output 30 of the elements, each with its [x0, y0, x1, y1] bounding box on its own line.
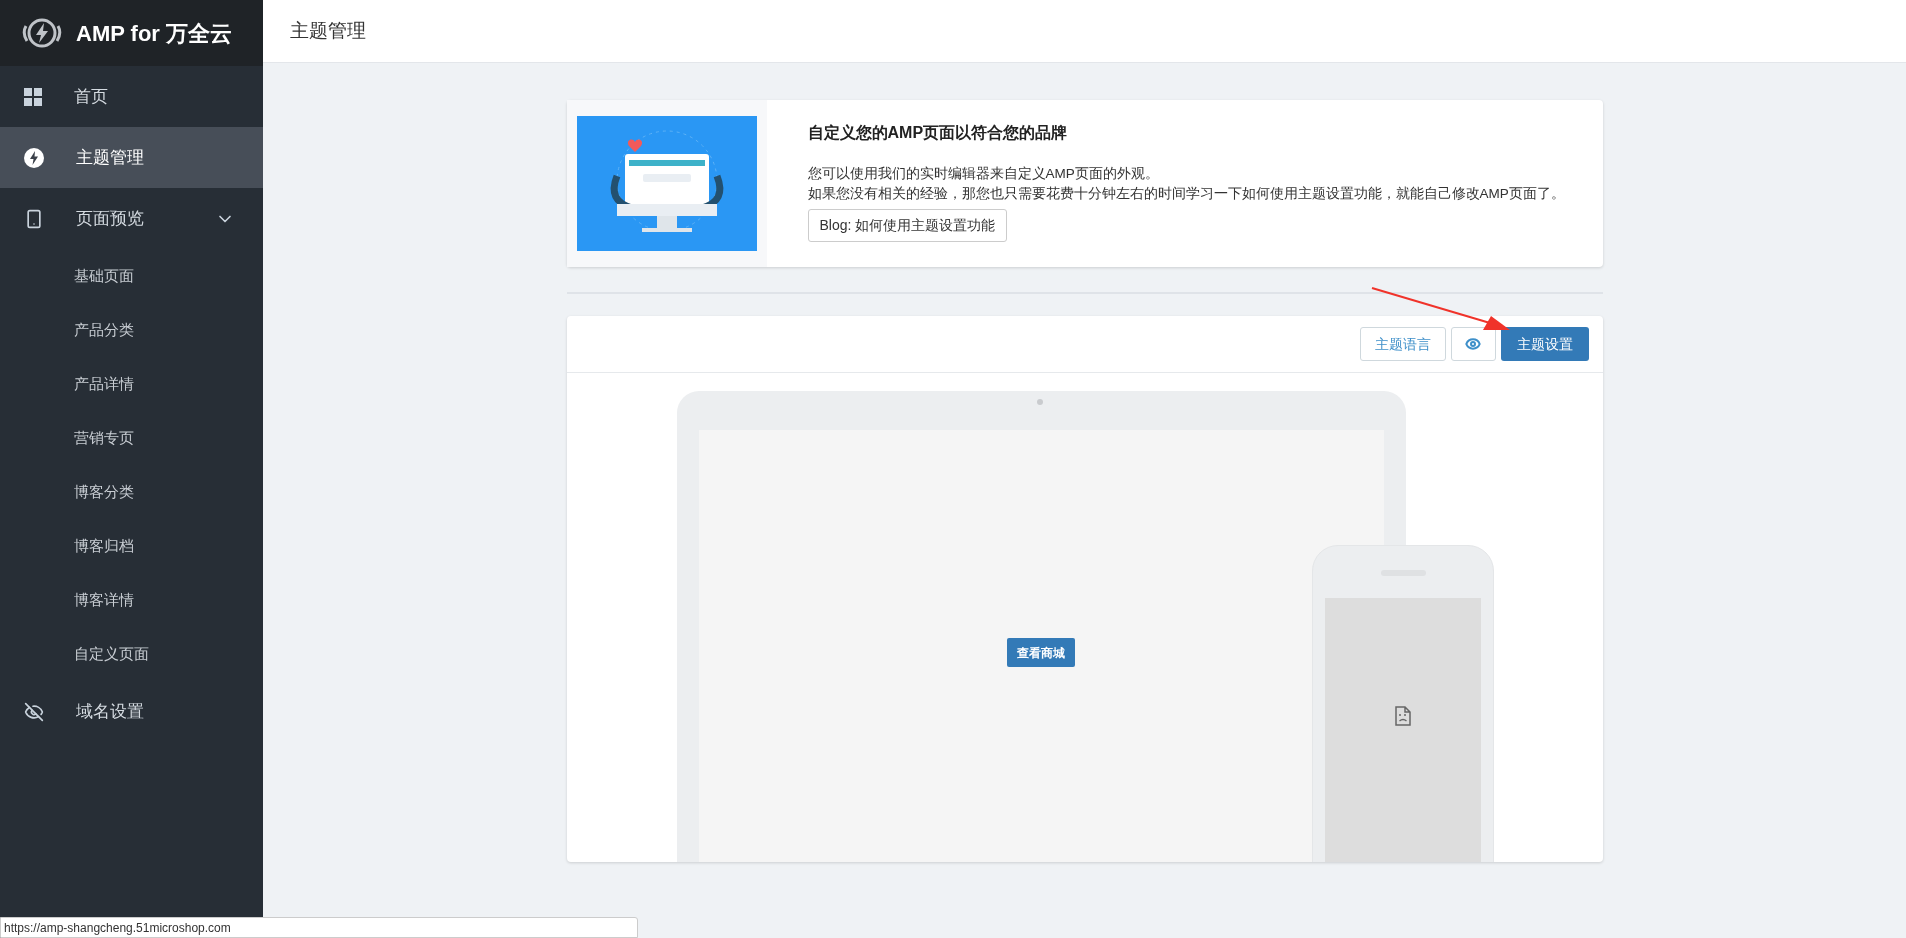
logo-icon — [22, 16, 62, 50]
sidebar-item[interactable]: 域名设置 — [0, 681, 263, 742]
theme-settings-button[interactable]: 主题设置 — [1500, 327, 1589, 361]
intro-text: 您可以使用我们的实时编辑器来自定义AMP页面的外观。 — [807, 165, 1160, 183]
sidebar-subitem[interactable]: 基础页面 — [0, 249, 263, 303]
eye-off-icon — [24, 701, 44, 722]
intro-title: 自定义您的AMP页面以符合您的品牌 — [807, 123, 1069, 143]
sidebar-subitem[interactable]: 营销专页 — [0, 411, 263, 465]
theme-language-button[interactable]: 主题语言 — [1359, 327, 1446, 361]
logo-text: AMP for 万全云 — [76, 19, 233, 48]
sidebar-subitem[interactable]: 自定义页面 — [0, 627, 263, 681]
sidebar-item[interactable]: 主题管理 — [0, 127, 263, 188]
blog-link-button[interactable]: Blog: 如何使用主题设置功能 — [807, 209, 1008, 242]
sidebar-subitem[interactable]: 博客详情 — [0, 573, 263, 627]
sidebar-subitem[interactable]: 产品分类 — [0, 303, 263, 357]
phone-icon — [24, 208, 44, 229]
sidebar-subitem[interactable]: 博客分类 — [0, 465, 263, 519]
page-title: 主题管理 — [290, 18, 366, 43]
sidebar-item[interactable]: 页面预览 — [0, 188, 263, 249]
sidebar-subitem[interactable]: 产品详情 — [0, 357, 263, 411]
broken-page-icon — [1394, 706, 1411, 726]
view-shop-button[interactable]: 查看商城 — [1007, 638, 1075, 667]
eye-icon — [1465, 336, 1481, 352]
intro-text: 如果您没有相关的经验，那您也只需要花费十分钟左右的时间学习一下如何使用主题设置功能，就能自己修改AMP页面了。 — [807, 185, 1565, 203]
sidebar-subitem[interactable]: 博客归档 — [0, 519, 263, 573]
bolt-icon — [24, 147, 44, 168]
preview-button[interactable] — [1450, 327, 1496, 361]
grid-icon — [24, 87, 42, 106]
sidebar-item[interactable]: 首页 — [0, 66, 263, 127]
status-url: https://amp-shangcheng.51microshop.com — [4, 919, 231, 937]
